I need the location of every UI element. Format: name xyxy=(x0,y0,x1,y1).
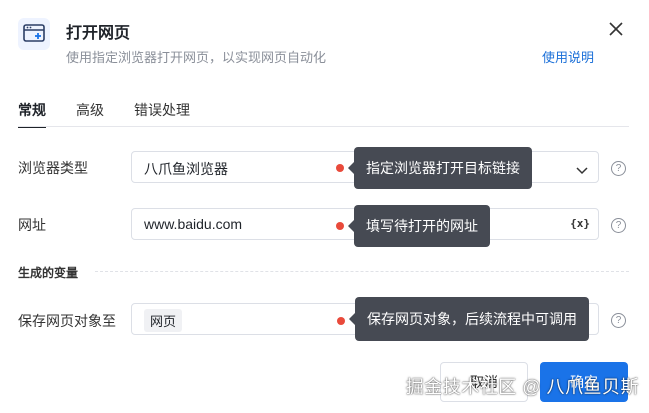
variable-insert-icon[interactable]: {x} xyxy=(570,217,590,230)
tab-general[interactable]: 常规 xyxy=(18,100,46,128)
tab-error-handling[interactable]: 错误处理 xyxy=(134,100,190,128)
tab-advanced[interactable]: 高级 xyxy=(76,100,104,128)
dialog-subtitle: 使用指定浏览器打开网页，以实现网页自动化 xyxy=(66,50,327,65)
browser-help-icon[interactable]: ? xyxy=(611,161,626,176)
close-icon[interactable] xyxy=(607,20,625,38)
open-webpage-icon xyxy=(18,18,50,50)
dialog-title: 打开网页 xyxy=(66,25,131,42)
tooltip-browser: 指定浏览器打开目标链接 xyxy=(348,147,532,189)
save-object-label: 保存网页对象至 xyxy=(18,313,116,329)
url-value: www.baidu.com xyxy=(144,216,243,232)
watermark-text: 掘金技术社区 @ 八爪鱼贝斯 xyxy=(405,377,639,397)
section-divider xyxy=(95,271,629,272)
help-link[interactable]: 使用说明 xyxy=(542,47,594,66)
tooltip-save: 保存网页对象，后续流程中可调用 xyxy=(349,297,589,341)
tab-bar: 常规 高级 错误处理 xyxy=(18,100,220,128)
browser-type-value: 八爪鱼浏览器 xyxy=(144,161,228,177)
url-label: 网址 xyxy=(18,217,46,233)
variable-tag[interactable]: 网页 xyxy=(144,309,183,332)
generated-variables-heading: 生成的变量 xyxy=(18,266,79,280)
save-help-icon[interactable]: ? xyxy=(611,313,626,328)
chevron-down-icon[interactable] xyxy=(576,162,588,180)
browser-type-label: 浏览器类型 xyxy=(18,160,88,176)
annotation-dot xyxy=(336,222,344,230)
annotation-dot xyxy=(337,317,345,325)
url-help-icon[interactable]: ? xyxy=(611,218,626,233)
tooltip-url: 填写待打开的网址 xyxy=(348,205,490,247)
annotation-dot xyxy=(336,164,344,172)
tabs-divider xyxy=(18,126,629,127)
